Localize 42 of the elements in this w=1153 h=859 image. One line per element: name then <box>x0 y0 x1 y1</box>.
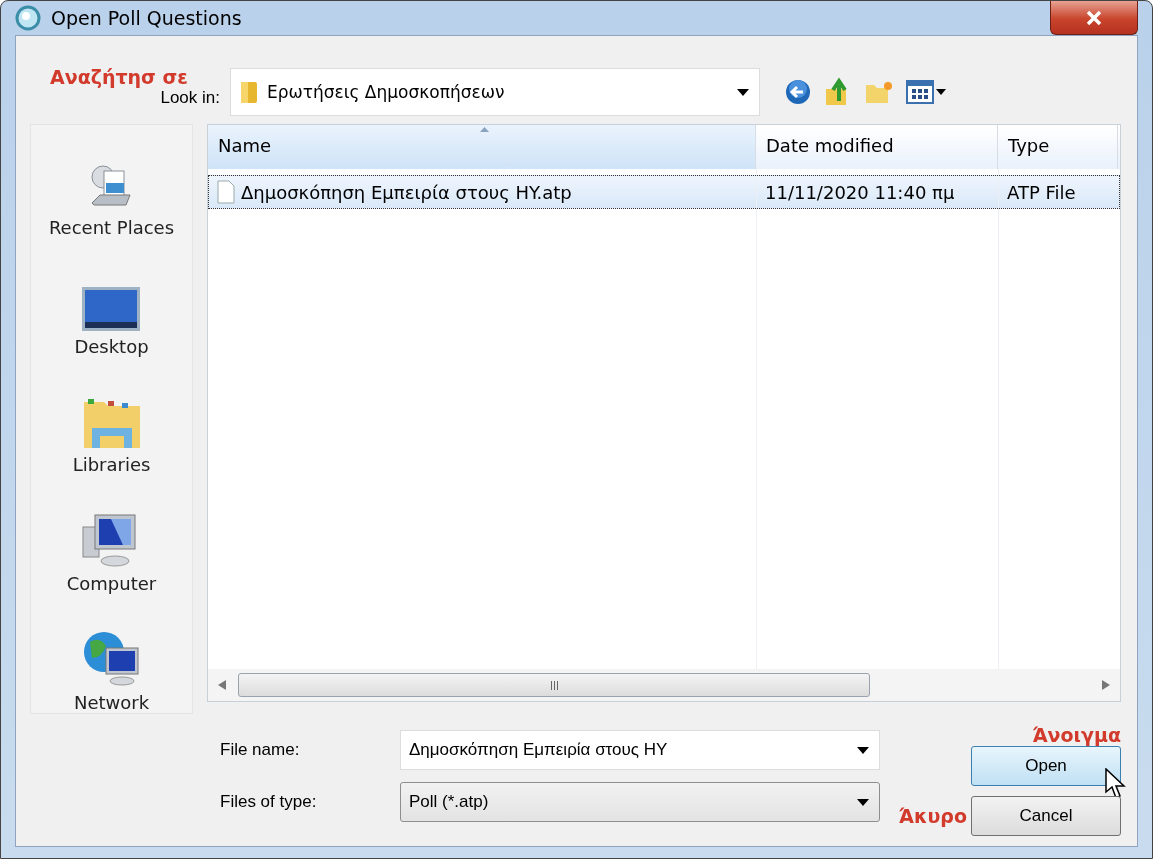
scroll-right-icon[interactable] <box>1102 680 1110 690</box>
table-cell: 11/11/2020 11:40 πμ <box>765 181 955 203</box>
table-cell: ATP File <box>1007 181 1076 203</box>
file-name-label: File name: <box>220 740 301 760</box>
table-cell: Δημοσκόπηση Εμπειρία στους HY.atp <box>241 181 572 203</box>
sort-arrow-icon <box>480 127 489 132</box>
annotation-text: Άνοιγμα <box>1032 724 1121 746</box>
look-in-label: Look in: <box>160 88 220 108</box>
file-type-label: Files of type: <box>220 792 318 812</box>
cancel-button[interactable]: Cancel <box>971 796 1121 836</box>
file-row[interactable]: Δημοσκόπηση Εμπειρία στους HY.atp 11/11/2020 11:40 πμ ATP File <box>208 175 1120 209</box>
annotation-text: Αναζήτησ σε <box>50 66 188 88</box>
window-title: Open Poll Questions <box>51 7 242 29</box>
app-icon <box>15 5 41 31</box>
close-icon <box>1085 9 1103 26</box>
sidebar-item[interactable]: Network <box>73 608 150 713</box>
file-icon <box>217 180 235 204</box>
caret-icon <box>857 798 869 806</box>
sidebar-item[interactable]: Desktop <box>74 251 149 357</box>
horizontal-scrollbar[interactable] <box>208 669 1120 701</box>
file-type-dropdown[interactable]: Poll (*.atp) <box>400 782 880 822</box>
desktop-icon <box>81 285 142 332</box>
grip-icon <box>549 680 559 690</box>
view-menu-button[interactable] <box>906 80 946 104</box>
column-header[interactable]: Date modified <box>756 125 998 169</box>
close-button[interactable] <box>1050 1 1138 35</box>
caret-icon <box>936 89 946 95</box>
scroll-left-icon[interactable] <box>218 680 226 690</box>
caret-icon <box>737 88 749 96</box>
file-name-field[interactable]: Δημοσκόπηση Εμπειρία στους HY <box>400 730 880 770</box>
caret-icon <box>857 746 869 754</box>
sidebar-item[interactable]: Computer <box>66 489 157 595</box>
folder-icon <box>239 79 259 105</box>
column-header[interactable]: Type <box>998 125 1118 169</box>
scrollbar-thumb[interactable] <box>238 673 870 697</box>
sidebar-item[interactable]: Recent Places <box>48 133 175 238</box>
look-in-dropdown[interactable]: Ερωτήσεις Δημοσκοπήσεων <box>230 68 760 116</box>
sidebar-item[interactable]: Libraries <box>72 370 151 476</box>
column-header[interactable]: Name <box>208 125 756 169</box>
annotation-text: Άκυρο <box>898 805 967 827</box>
open-button[interactable]: Open <box>971 746 1121 786</box>
mouse-pointer-icon <box>1105 768 1127 800</box>
